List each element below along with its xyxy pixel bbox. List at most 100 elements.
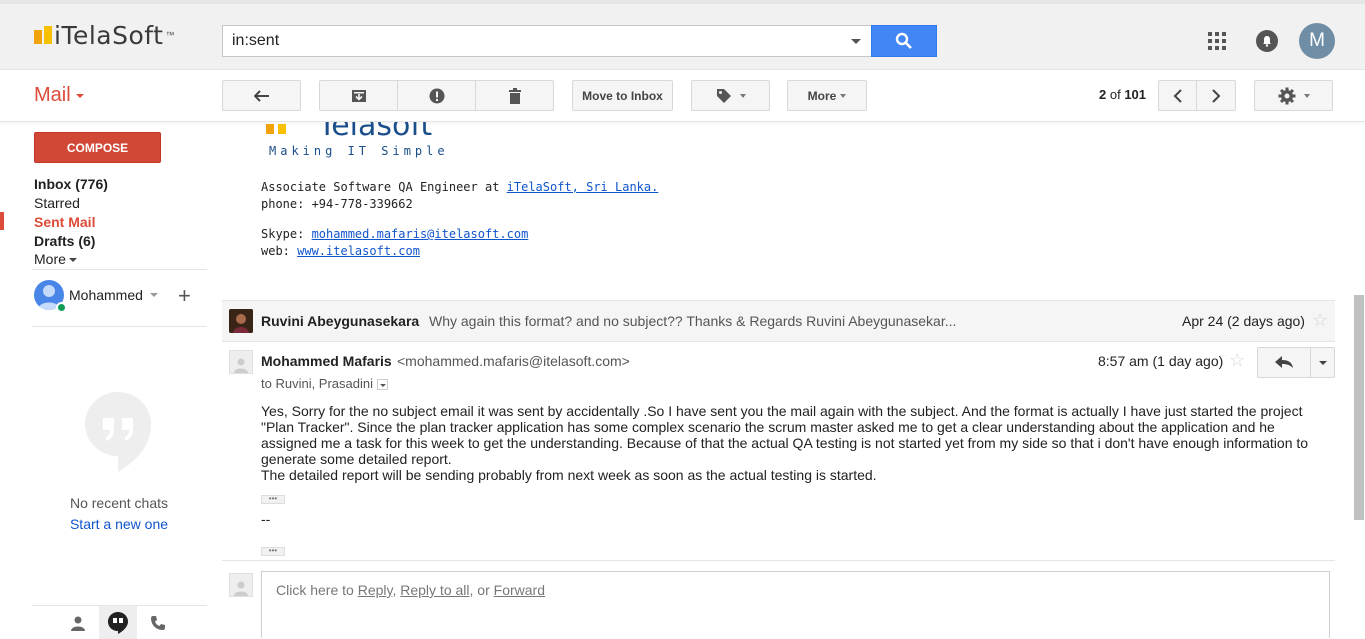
more-label: More (807, 88, 837, 103)
scrollbar[interactable] (1354, 295, 1364, 520)
mail-label: Mail (34, 84, 71, 106)
page-total: 101 (1124, 87, 1147, 102)
new-chat-plus-icon[interactable]: + (178, 285, 191, 307)
reply-link[interactable]: Reply (358, 582, 393, 598)
gear-icon (1278, 87, 1295, 104)
chevron-down-icon (840, 93, 847, 98)
top-bar: iTelaSoft ™ in:sent M (0, 0, 1365, 70)
signature-skype: Skype: mohammed.mafaris@itelasoft.com (261, 227, 529, 241)
sidebar-item-drafts[interactable]: Drafts (6) (34, 233, 95, 249)
chat-tabs (32, 605, 207, 639)
chevron-down-icon (75, 93, 84, 98)
recipients-line: to Ruvini, Prasadini (261, 376, 388, 391)
notifications-bell-icon[interactable] (1256, 30, 1278, 52)
web-link[interactable]: www.itelasoft.com (297, 244, 420, 258)
divider (1310, 348, 1311, 377)
star-icon[interactable]: ☆ (1229, 350, 1245, 371)
chevron-down-icon (739, 93, 746, 98)
brand-logo[interactable]: iTelaSoft ™ (34, 20, 174, 50)
company-link[interactable]: iTelaSoft, Sri Lanka. (507, 180, 659, 194)
search-button[interactable] (871, 25, 937, 57)
star-icon[interactable]: ☆ (1312, 310, 1328, 331)
message-thread: Telasoft Making IT Simple Associate Soft… (222, 122, 1335, 638)
reply-prompt: Click here to Reply, Reply to all, or Fo… (276, 582, 545, 598)
tab-hangouts[interactable] (99, 606, 137, 639)
chevron-down-icon (68, 258, 77, 263)
newer-button[interactable] (1158, 80, 1197, 111)
my-avatar (229, 573, 253, 597)
page-current: 2 (1099, 87, 1107, 102)
reply-button[interactable] (1257, 347, 1335, 378)
tab-contacts[interactable] (59, 606, 97, 639)
signature-role: Associate Software QA Engineer at iTelaS… (261, 180, 659, 194)
signature-logo-mark (266, 124, 288, 134)
compose-button[interactable]: COMPOSE (34, 132, 161, 163)
collapsed-message-row[interactable]: Ruvini Abeygunasekara Why again this for… (222, 300, 1335, 342)
back-button[interactable] (222, 80, 301, 111)
sender-name: Ruvini Abeygunasekara (261, 313, 420, 329)
signature-logo-text: Telasoft (318, 122, 433, 143)
report-spam-button[interactable] (397, 80, 476, 111)
search-icon (895, 32, 912, 49)
chevron-down-icon[interactable] (150, 293, 158, 297)
show-trimmed-content-button[interactable]: ••• (261, 495, 285, 504)
search-input[interactable]: in:sent (232, 32, 279, 50)
tab-phone[interactable] (139, 606, 177, 639)
hangouts-icon (108, 611, 128, 634)
delete-button[interactable] (475, 80, 554, 111)
move-to-inbox-label: Move to Inbox (582, 88, 663, 103)
older-button[interactable] (1196, 80, 1236, 111)
apps-grid-icon[interactable] (1208, 32, 1226, 50)
signature-phone: phone: +94-778-339662 (261, 197, 413, 211)
reply-all-link[interactable]: Reply to all (400, 582, 469, 598)
message-time: 8:57 am (1 day ago) (1098, 353, 1224, 369)
quick-reply-box[interactable]: Click here to Reply, Reply to all, or Fo… (261, 571, 1330, 638)
recipients: to Ruvini, Prasadini (261, 376, 373, 391)
settings-button[interactable] (1254, 80, 1333, 111)
forward-link[interactable]: Forward (494, 582, 545, 598)
back-arrow-icon (253, 89, 269, 102)
search-options-caret-icon[interactable] (851, 39, 861, 44)
page-of: of (1109, 87, 1121, 102)
labels-button[interactable] (691, 80, 770, 111)
logo-mark-icon (34, 26, 52, 44)
signature-separator: -- (261, 511, 271, 527)
more-actions-button[interactable]: More (787, 80, 867, 111)
reply-arrow-icon (1275, 356, 1293, 368)
sidebar-item-starred[interactable]: Starred (34, 195, 80, 211)
move-to-inbox-button[interactable]: Move to Inbox (572, 80, 673, 111)
archive-button[interactable] (319, 80, 398, 111)
start-new-chat-link[interactable]: Start a new one (0, 516, 238, 532)
trash-icon (508, 87, 521, 104)
search-box[interactable]: in:sent (222, 25, 872, 57)
online-status-dot (56, 302, 67, 313)
expanded-message: Mohammed Mafaris <mohammed.mafaris@itela… (222, 342, 1335, 562)
sender-avatar (229, 350, 253, 374)
person-icon (234, 581, 248, 596)
skype-link[interactable]: mohammed.mafaris@itelasoft.com (312, 227, 529, 241)
chevron-right-icon (1212, 88, 1221, 103)
mail-switcher[interactable]: Mail (34, 84, 84, 107)
person-icon (71, 616, 85, 631)
no-recent-chats-text: No recent chats (69, 495, 169, 511)
sidebar-item-inbox[interactable]: Inbox (776) (34, 176, 108, 192)
sidebar-item-sent-mail[interactable]: Sent Mail (34, 214, 95, 230)
sender-avatar (229, 309, 253, 333)
more-reply-options-icon[interactable] (1319, 361, 1327, 365)
brand-trademark: ™ (165, 30, 175, 40)
hangouts-user-name[interactable]: Mohammed (69, 287, 143, 303)
sidebar: COMPOSE Inbox (776) Starred Sent Mail Dr… (0, 122, 210, 639)
signature-tagline: Making IT Simple (269, 144, 449, 158)
divider (222, 560, 1335, 561)
show-trimmed-content-button[interactable]: ••• (261, 547, 285, 556)
person-icon (234, 358, 248, 373)
pagination-count: 2 of 101 (1099, 87, 1146, 102)
chevron-left-icon (1173, 88, 1182, 103)
show-details-caret-icon[interactable] (377, 379, 388, 391)
hangouts-logo-icon (85, 392, 151, 472)
message-date: Apr 24 (2 days ago) (1182, 313, 1305, 329)
body-paragraph: The detailed report will be sending prob… (261, 467, 877, 483)
account-avatar[interactable]: M (1299, 23, 1335, 59)
chevron-down-icon (1303, 93, 1310, 98)
sidebar-item-more[interactable]: More (34, 251, 77, 267)
